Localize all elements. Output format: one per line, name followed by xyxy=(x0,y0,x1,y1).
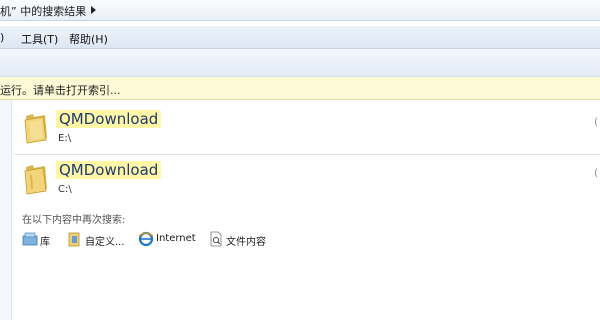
menu-item-help[interactable]: 帮助(H) xyxy=(69,31,108,47)
result-item[interactable]: QMDownload C:\ ( xyxy=(14,155,600,203)
row-date-truncated: ( xyxy=(594,168,598,179)
toolbar xyxy=(0,49,600,77)
info-bar-text[interactable]: 运行。请单击打开索引... xyxy=(0,82,121,98)
result-name[interactable]: QMDownload xyxy=(56,161,162,179)
menu-bar: ) 工具(T) 帮助(H) xyxy=(0,26,600,49)
search-option-label[interactable]: 库 xyxy=(40,233,50,248)
result-name[interactable]: QMDownload xyxy=(56,110,162,128)
address-bar[interactable]: 机” 中的搜索结果 xyxy=(0,0,600,21)
search-file-contents-link[interactable]: 文件内容 xyxy=(208,231,274,248)
explorer-window: 机” 中的搜索结果 ) 工具(T) 帮助(H) 运行。请单击打开索引... QM… xyxy=(0,0,600,320)
search-again-title: 在以下内容中再次搜索: xyxy=(22,215,126,226)
menu-item-view[interactable]: ) xyxy=(0,31,4,44)
info-bar[interactable]: 运行。请单击打开索引... xyxy=(0,77,600,100)
folder-icon xyxy=(24,165,47,195)
search-option-label[interactable]: Internet xyxy=(156,233,196,244)
library-icon xyxy=(22,232,38,246)
navigation-pane xyxy=(0,100,12,320)
search-library-link[interactable]: 库 xyxy=(22,231,62,248)
result-path: C:\ xyxy=(58,184,72,195)
internet-explorer-icon xyxy=(138,231,154,247)
search-option-label[interactable]: 文件内容 xyxy=(226,233,266,248)
breadcrumb[interactable]: 机” 中的搜索结果 xyxy=(0,3,86,19)
custom-folder-icon xyxy=(68,232,80,247)
search-option-label[interactable]: 自定义... xyxy=(85,233,125,248)
row-date-truncated: ( xyxy=(594,117,598,128)
result-item[interactable]: QMDownload E:\ ( xyxy=(14,104,600,155)
search-custom-link[interactable]: 自定义... xyxy=(67,231,133,248)
breadcrumb-arrow-icon[interactable] xyxy=(91,6,96,14)
file-contents-icon xyxy=(210,231,222,247)
result-path: E:\ xyxy=(58,133,72,144)
search-internet-link[interactable]: Internet xyxy=(138,231,200,247)
folder-icon xyxy=(24,114,47,144)
menu-item-tools[interactable]: 工具(T) xyxy=(21,31,58,47)
